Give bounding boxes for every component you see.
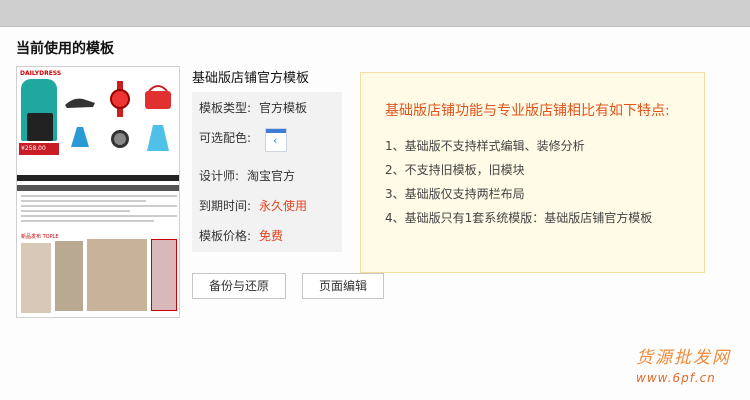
template-info-panel: 模板类型: 官方模板 可选配色: 设计师: 淘宝官方 到期时间: 永久使用 模板价格:… bbox=[192, 92, 342, 252]
feature-title: 基础版店铺功能与专业版店铺相比有如下特点: bbox=[385, 103, 670, 119]
info-expire-row: 到期时间: 永久使用 bbox=[199, 199, 308, 213]
thumbnail-item-image bbox=[103, 123, 137, 149]
backup-restore-button[interactable]: 备份与还原 bbox=[192, 273, 286, 299]
thumbnail-hero: ¥258.00 bbox=[19, 79, 179, 155]
template-name: 基础版店铺官方模板 bbox=[192, 71, 310, 86]
page-title: 当前使用的模板 bbox=[16, 41, 114, 57]
thumbnail-price: ¥258.00 bbox=[19, 143, 59, 155]
thumbnail-section-title: 新品发布 TOPLE bbox=[21, 234, 59, 240]
thumbnail-photo bbox=[151, 239, 177, 311]
thumbnail-photo bbox=[55, 241, 83, 311]
thumbnail-photo bbox=[21, 243, 51, 313]
watermark-url: www.6pf.cn bbox=[636, 371, 716, 385]
thumbnail-watch-image bbox=[103, 81, 137, 117]
top-bar bbox=[0, 0, 750, 27]
watermark-title: 货源批发网 bbox=[636, 348, 731, 368]
thumbnail-bag-image bbox=[141, 81, 175, 109]
thumbnail-model-image bbox=[21, 79, 57, 141]
info-color-row: 可选配色: bbox=[199, 131, 252, 145]
thumbnail-item-image bbox=[141, 123, 175, 151]
template-thumbnail[interactable]: DAILYDRESS ¥258.00 新品发布 TOPLE bbox=[16, 66, 180, 318]
feature-item: 3、基础版仅支持两栏布局 bbox=[385, 187, 525, 201]
thumbnail-band bbox=[17, 185, 179, 191]
thumbnail-photo bbox=[87, 239, 147, 311]
feature-comparison-box: 基础版店铺功能与专业版店铺相比有如下特点: 1、基础版不支持样式编辑、装修分析 … bbox=[360, 72, 705, 273]
thumbnail-shoe-image bbox=[63, 87, 97, 113]
feature-item: 2、不支持旧模板，旧模块 bbox=[385, 163, 525, 177]
info-designer-row: 设计师: 淘宝官方 bbox=[199, 169, 296, 183]
info-price-row: 模板价格: 免费 bbox=[199, 229, 284, 243]
thumbnail-text-lines bbox=[21, 195, 177, 225]
info-type-row: 模板类型: 官方模板 bbox=[199, 101, 308, 115]
color-swatch[interactable]: ‹ bbox=[265, 128, 287, 152]
page-edit-button[interactable]: 页面编辑 bbox=[302, 273, 384, 299]
feature-item: 1、基础版不支持样式编辑、装修分析 bbox=[385, 139, 585, 153]
thumbnail-logo: DAILYDRESS bbox=[20, 70, 62, 77]
thumbnail-band bbox=[17, 175, 179, 181]
chevron-left-icon: ‹ bbox=[273, 134, 278, 147]
thumbnail-item-image bbox=[63, 123, 97, 149]
feature-item: 4、基础版只有1套系统模版：基础版店铺官方模板 bbox=[385, 211, 653, 225]
